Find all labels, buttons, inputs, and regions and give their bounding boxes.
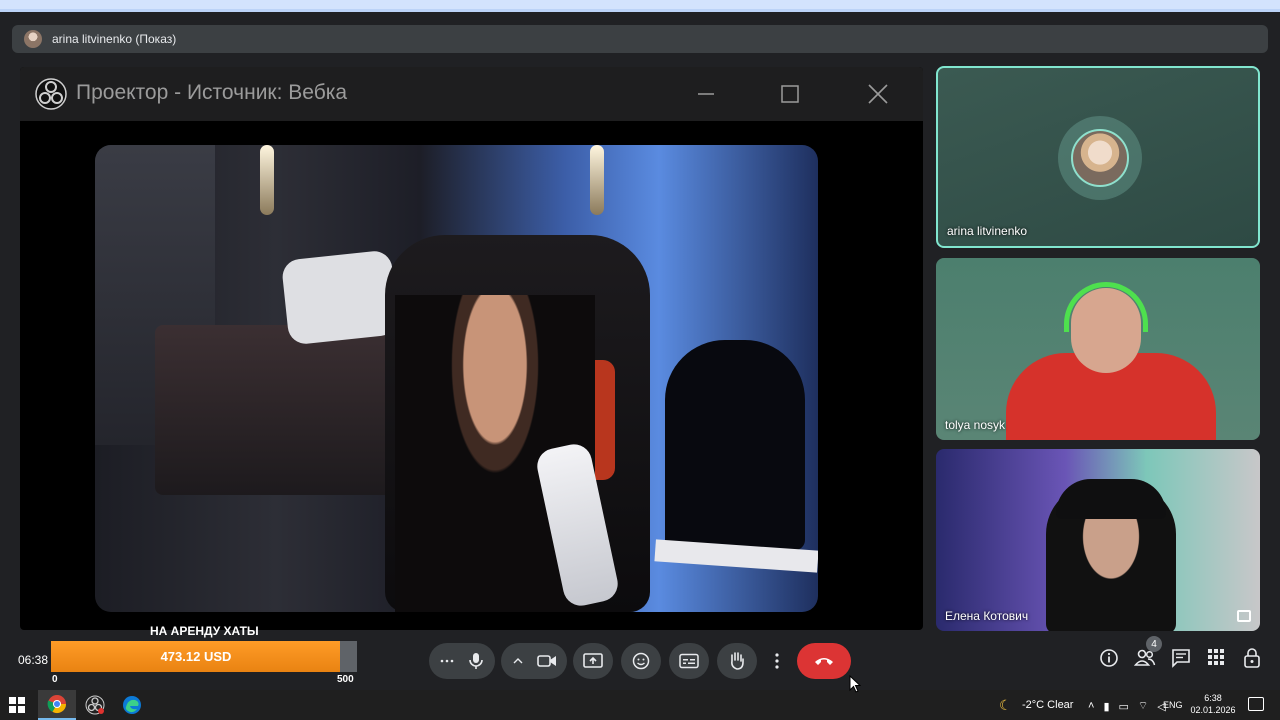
- video-camera-icon: [536, 655, 556, 667]
- host-controls-button[interactable]: [1243, 648, 1261, 673]
- raise-hand-icon: [731, 652, 744, 670]
- taskbar-time: 6:38: [1204, 693, 1222, 703]
- participant-name: arina litvinenko: [947, 224, 1028, 238]
- meeting-clock: 06:38: [18, 653, 49, 667]
- presenter-avatar: [24, 30, 42, 48]
- participant-tile-tolya[interactable]: tolya nosyk: [936, 258, 1260, 440]
- maximize-icon: [781, 85, 799, 103]
- captions-button[interactable]: [669, 643, 709, 679]
- info-icon: [1100, 649, 1118, 667]
- taskbar-weather[interactable]: -2°C Clear: [1022, 699, 1073, 711]
- participant-tile-arina[interactable]: arina litvinenko: [936, 66, 1260, 248]
- participant-name: tolya nosyk: [945, 418, 1006, 432]
- taskbar-date: 02.01.2026: [1190, 705, 1236, 715]
- minimize-button[interactable]: [692, 80, 720, 108]
- present-screen-icon: [583, 653, 603, 668]
- projector-titlebar[interactable]: Проектор - Источник: Вебка: [20, 67, 923, 121]
- participant-tile-elena[interactable]: Елена Котович: [936, 449, 1260, 631]
- screen-share-icon: [1237, 610, 1251, 622]
- raise-hand-button[interactable]: [717, 643, 757, 679]
- system-tray[interactable]: ˄ ▮ ▭ ⌔ ◁: [1088, 699, 1166, 713]
- more-horizontal-icon: [440, 659, 454, 663]
- taskbar-obs[interactable]: [76, 690, 114, 720]
- video-options-button[interactable]: [512, 656, 524, 666]
- chevron-up-icon[interactable]: ˄: [1088, 700, 1094, 712]
- wifi-icon: ⌔: [1137, 700, 1149, 712]
- donation-progress-bar: 473.12 USD: [51, 641, 357, 672]
- projector-title: Проектор - Источник: Вебка: [76, 81, 348, 104]
- battery-icon: ▭: [1118, 700, 1129, 713]
- meeting-details-button[interactable]: [1099, 648, 1119, 673]
- lock-icon: [1244, 648, 1260, 668]
- activities-button[interactable]: [1207, 648, 1225, 671]
- more-options-button[interactable]: [765, 643, 789, 679]
- microphone-icon: [469, 653, 483, 669]
- notifications-icon[interactable]: [1248, 697, 1264, 711]
- moon-icon: ☾: [999, 697, 1012, 713]
- edge-icon: [123, 696, 141, 714]
- participant-name: Елена Котович: [945, 609, 1029, 623]
- participant-avatar-ring: [1058, 116, 1142, 200]
- camera-button[interactable]: [536, 654, 557, 668]
- present-screen-button[interactable]: [573, 643, 613, 679]
- chevron-up-icon: [513, 658, 522, 664]
- taskbar-chrome[interactable]: [38, 690, 76, 720]
- donation-amount: 473.12 USD: [160, 649, 232, 664]
- donation-max: 500: [337, 674, 354, 685]
- mouse-cursor-icon: [849, 675, 861, 693]
- chrome-icon: [47, 695, 66, 714]
- taskbar-edge[interactable]: [113, 690, 151, 720]
- maximize-button[interactable]: [776, 80, 804, 108]
- emoji-icon: [632, 652, 650, 670]
- camera-control-group: [501, 643, 567, 679]
- windows-start-icon[interactable]: [9, 697, 25, 713]
- close-icon: [868, 84, 888, 104]
- obs-logo-icon: [35, 78, 67, 110]
- donation-goal-title: НА АРЕНДУ ХАТЫ: [150, 624, 259, 638]
- browser-tab-strip: [0, 0, 1280, 12]
- hang-up-icon: [815, 658, 833, 665]
- audio-options-button[interactable]: [440, 654, 454, 668]
- mic-control-group: [429, 643, 495, 679]
- microphone-tray-icon: ▮: [1103, 700, 1110, 713]
- minimize-icon: [698, 93, 714, 95]
- taskbar-language[interactable]: ENG: [1163, 700, 1183, 710]
- chat-button[interactable]: [1171, 648, 1191, 673]
- presenter-name: arina litvinenko (Показ): [52, 32, 177, 46]
- projector-window: Проектор - Источник: Вебка: [20, 67, 923, 630]
- microphone-button[interactable]: [468, 652, 484, 670]
- leave-call-button[interactable]: [797, 643, 851, 679]
- chat-icon: [1172, 649, 1190, 668]
- obs-icon: [85, 695, 105, 715]
- presenter-bar: arina litvinenko (Показ): [12, 25, 1268, 53]
- more-vertical-icon: [775, 653, 779, 669]
- participant-avatar: [1071, 129, 1129, 187]
- taskbar-clock[interactable]: 6:38 02.01.2026: [1190, 692, 1236, 716]
- apps-grid-icon: [1208, 649, 1224, 665]
- donation-min: 0: [52, 674, 58, 685]
- reactions-button[interactable]: [621, 643, 661, 679]
- people-count-badge: 4: [1146, 636, 1162, 652]
- closed-captions-icon: [679, 653, 699, 669]
- close-button[interactable]: [864, 80, 892, 108]
- webcam-feed: [95, 145, 818, 612]
